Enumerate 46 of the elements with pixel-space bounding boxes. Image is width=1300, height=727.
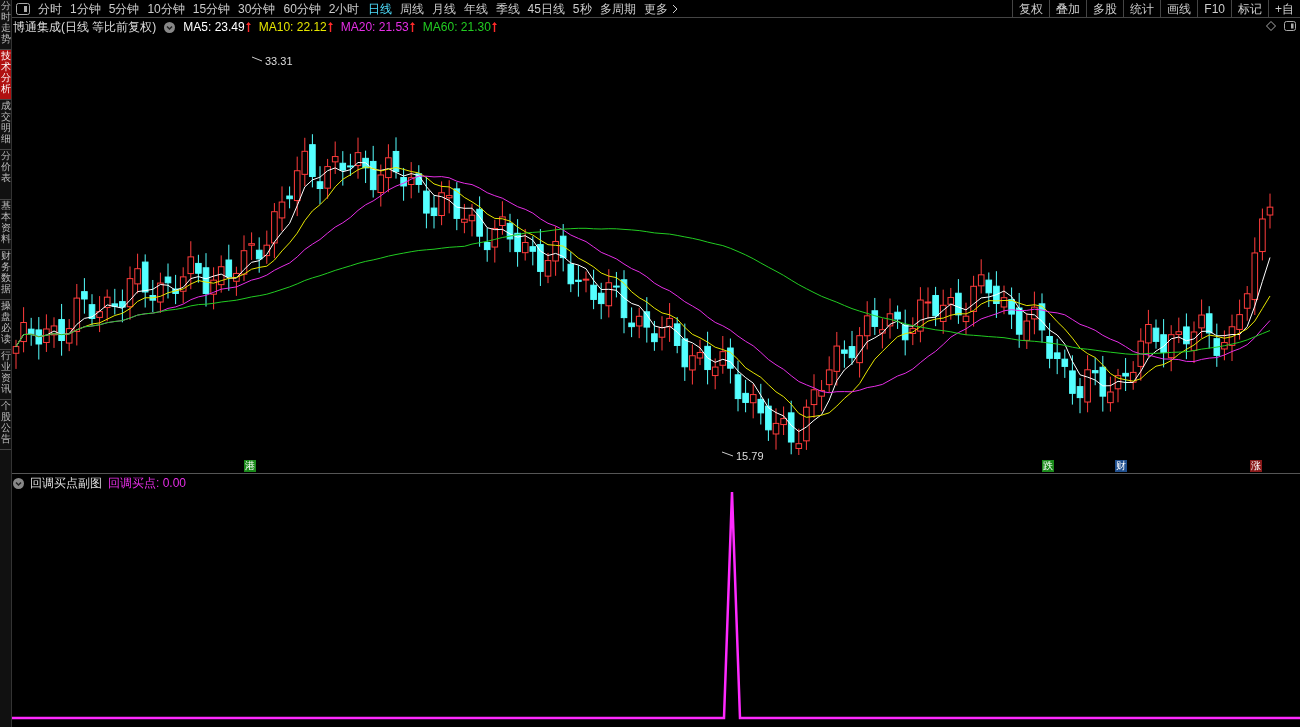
moving-average-value: MA60: 21.30 <box>422 19 491 36</box>
price-label: 33.31 <box>265 55 293 67</box>
sidebar-tab[interactable]: 操盘必读 <box>0 300 11 350</box>
period-tab[interactable]: 60分钟 <box>279 0 325 18</box>
sidebar-tab[interactable]: 基本资料 <box>0 200 11 250</box>
sidebar-tab[interactable]: 分价表 <box>0 150 11 200</box>
toolbar-button[interactable]: +自 <box>1268 0 1300 18</box>
period-tab[interactable]: 5分钟 <box>104 0 144 18</box>
period-tab[interactable]: 1分钟 <box>66 0 105 18</box>
period-tab[interactable]: 10分钟 <box>143 0 189 18</box>
period-tab[interactable]: 年线 <box>459 0 492 18</box>
more-button[interactable]: 更多 <box>639 0 682 18</box>
moving-average-value: MA20: 21.53 <box>340 19 409 36</box>
period-tab[interactable]: 季线 <box>491 0 524 18</box>
toolbar-button[interactable]: F10 <box>1197 0 1231 18</box>
sidebar-tab[interactable]: 行业资讯 <box>0 350 11 400</box>
period-tab[interactable]: 周线 <box>395 0 428 18</box>
event-marker[interactable]: 财 <box>1115 460 1127 472</box>
sidebar-tab[interactable]: 成交明细 <box>0 100 11 150</box>
toolbar-button[interactable]: 画线 <box>1160 0 1198 18</box>
period-tab[interactable]: 30分钟 <box>234 0 280 18</box>
moving-average-value: MA5: 23.49 <box>183 19 245 36</box>
sidebar-tab[interactable]: 技术分析 <box>0 50 11 100</box>
toolbar-button[interactable]: 叠加 <box>1049 0 1087 18</box>
period-tab[interactable]: 月线 <box>427 0 460 18</box>
period-tab[interactable]: 2小时 <box>324 0 364 18</box>
event-marker[interactable]: 跌 <box>1042 460 1054 472</box>
period-tab[interactable]: 日线 <box>363 0 396 18</box>
toolbar-button[interactable]: 多股 <box>1086 0 1124 18</box>
sidebar-tab[interactable]: 财务数据 <box>0 250 11 300</box>
indicator-title: 回调买点副图 <box>30 475 102 492</box>
toolbar-button[interactable]: 标记 <box>1231 0 1268 18</box>
toolbar-button[interactable]: 复权 <box>1012 0 1050 18</box>
sidebar-tab[interactable]: 个股公告 <box>0 400 11 450</box>
period-tab[interactable]: 45日线 <box>523 0 569 18</box>
period-tab[interactable]: 分时 <box>34 0 66 18</box>
event-marker[interactable]: 港 <box>244 460 256 472</box>
moving-average-value: MA10: 22.12 <box>258 19 327 36</box>
indicator-value: 回调买点: 0.00 <box>108 475 187 492</box>
period-tab[interactable]: 5秒 <box>568 0 596 18</box>
event-marker[interactable]: 涨 <box>1250 460 1262 472</box>
price-label: 15.79 <box>736 450 764 462</box>
period-tab[interactable]: 15分钟 <box>188 0 235 18</box>
period-tab[interactable]: 多周期 <box>595 0 640 18</box>
toolbar-button[interactable]: 统计 <box>1123 0 1161 18</box>
chart-title: 博通集成(日线 等比前复权) <box>13 19 157 36</box>
